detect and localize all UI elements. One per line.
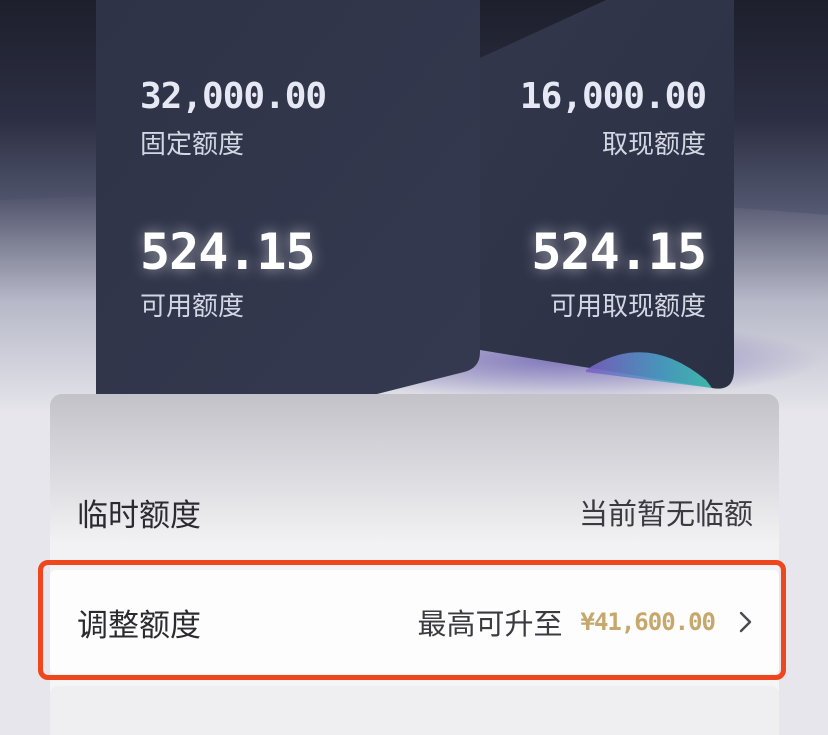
fixed-credit-label: 固定额度 (140, 130, 245, 160)
cash-credit-card-shape (480, 0, 734, 389)
fixed-credit-amount: 32,000.00 (140, 76, 327, 117)
cash-credit-card[interactable]: 16,000.00 取现额度 524.15 可用取现额度 (476, 0, 734, 400)
temporary-credit-row[interactable]: 临时额度 当前暂无临额 (50, 482, 779, 542)
temporary-credit-label: 临时额度 (77, 497, 201, 534)
available-credit-label: 可用额度 (140, 292, 245, 322)
highlight-frame (38, 560, 786, 680)
cash-credit-label: 取现额度 (601, 130, 706, 160)
available-cash-amount: 524.15 (531, 223, 707, 281)
next-row-partial[interactable] (50, 686, 779, 735)
available-cash-label: 可用取现额度 (549, 292, 706, 322)
available-credit-amount: 524.15 (140, 223, 316, 281)
cash-credit-amount: 16,000.00 (519, 76, 707, 117)
temporary-credit-value: 当前暂无临额 (578, 497, 753, 531)
